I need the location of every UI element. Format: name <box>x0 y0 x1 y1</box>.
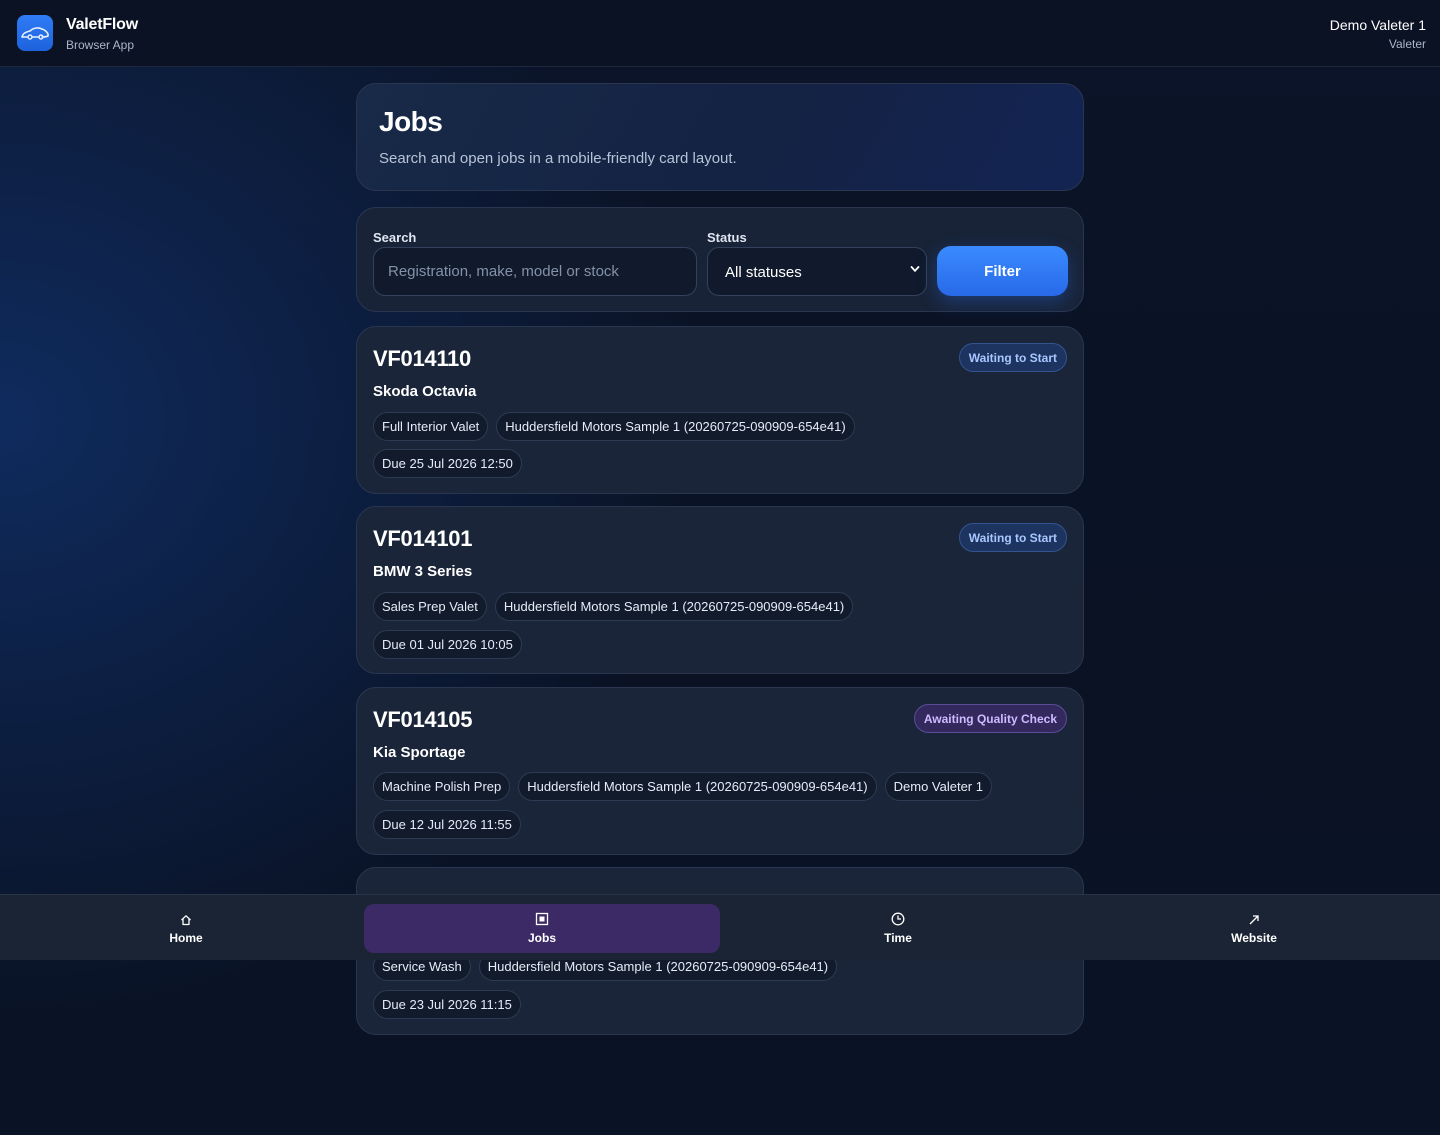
status-label: Status <box>707 230 747 245</box>
job-id: VF014110 <box>373 346 471 371</box>
top-bar: ValetFlow Browser App Demo Valeter 1 Val… <box>0 0 1440 67</box>
job-card[interactable]: VF014105 Awaiting Quality Check Kia Spor… <box>356 687 1084 855</box>
app-name: ValetFlow <box>66 16 138 33</box>
due-chip: Due 12 Jul 2026 11:55 <box>373 810 521 839</box>
user-name: Demo Valeter 1 <box>1329 17 1426 33</box>
dealer-chip: Huddersfield Motors Sample 1 (20260725-0… <box>518 772 877 801</box>
filter-panel: Search Status All statuses Filter <box>356 207 1084 312</box>
nav-item-website[interactable]: Website <box>1076 904 1432 953</box>
nav-label: Website <box>1231 930 1277 945</box>
service-chip: Machine Polish Prep <box>373 772 511 801</box>
nav-item-home[interactable]: Home <box>8 904 364 953</box>
nav-label: Time <box>884 931 912 945</box>
nav-label: Jobs <box>527 931 556 945</box>
page-subtitle: Search and open jobs in a mobile-friendl… <box>379 150 737 167</box>
status-badge: Waiting to Start <box>958 523 1067 552</box>
clock-icon <box>891 912 905 929</box>
job-vehicle: Skoda Octavia <box>373 383 477 400</box>
job-id: VF014105 <box>373 707 473 732</box>
home-icon <box>180 913 192 929</box>
external-link-icon <box>1248 913 1260 929</box>
nav-item-time[interactable]: Time <box>720 904 1076 953</box>
status-select[interactable]: All statuses <box>707 247 927 296</box>
user-role: Valeter <box>1388 37 1426 51</box>
dealer-chip: Huddersfield Motors Sample 1 (20260725-0… <box>494 592 854 621</box>
page-header-card: Jobs Search and open jobs in a mobile-fr… <box>356 83 1084 191</box>
assignee-chip: Demo Valeter 1 <box>884 772 992 801</box>
page-title: Jobs <box>379 106 443 137</box>
filter-button[interactable]: Filter <box>937 246 1068 296</box>
job-card[interactable]: VF014110 Waiting to Start Skoda Octavia … <box>356 326 1084 494</box>
due-chip: Due 01 Jul 2026 10:05 <box>373 630 522 659</box>
job-vehicle: Kia Sportage <box>373 744 466 761</box>
dealer-chip: Huddersfield Motors Sample 1 (20260725-0… <box>496 412 855 441</box>
bottom-nav: Home Jobs Time Website <box>0 894 1440 960</box>
service-chip: Sales Prep Valet <box>373 592 487 621</box>
due-chip: Due 25 Jul 2026 12:50 <box>373 449 522 478</box>
job-card[interactable]: VF014101 Waiting to Start BMW 3 Series S… <box>356 506 1084 674</box>
job-id: VF014101 <box>373 526 473 551</box>
service-chip: Full Interior Valet <box>373 412 489 441</box>
nav-item-jobs[interactable]: Jobs <box>364 904 720 953</box>
nav-label: Home <box>169 930 203 945</box>
jobs-icon <box>535 912 549 929</box>
status-badge: Waiting to Start <box>958 343 1067 372</box>
status-selected-value: All statuses <box>725 264 802 281</box>
app-subtitle: Browser App <box>66 38 135 52</box>
due-chip: Due 23 Jul 2026 11:15 <box>373 990 521 1019</box>
chevron-down-icon <box>910 263 920 277</box>
car-logo-icon[interactable] <box>17 15 53 51</box>
search-label: Search <box>373 230 417 245</box>
search-input[interactable] <box>373 247 697 296</box>
job-vehicle: BMW 3 Series <box>373 563 473 580</box>
status-badge: Awaiting Quality Check <box>913 704 1067 733</box>
